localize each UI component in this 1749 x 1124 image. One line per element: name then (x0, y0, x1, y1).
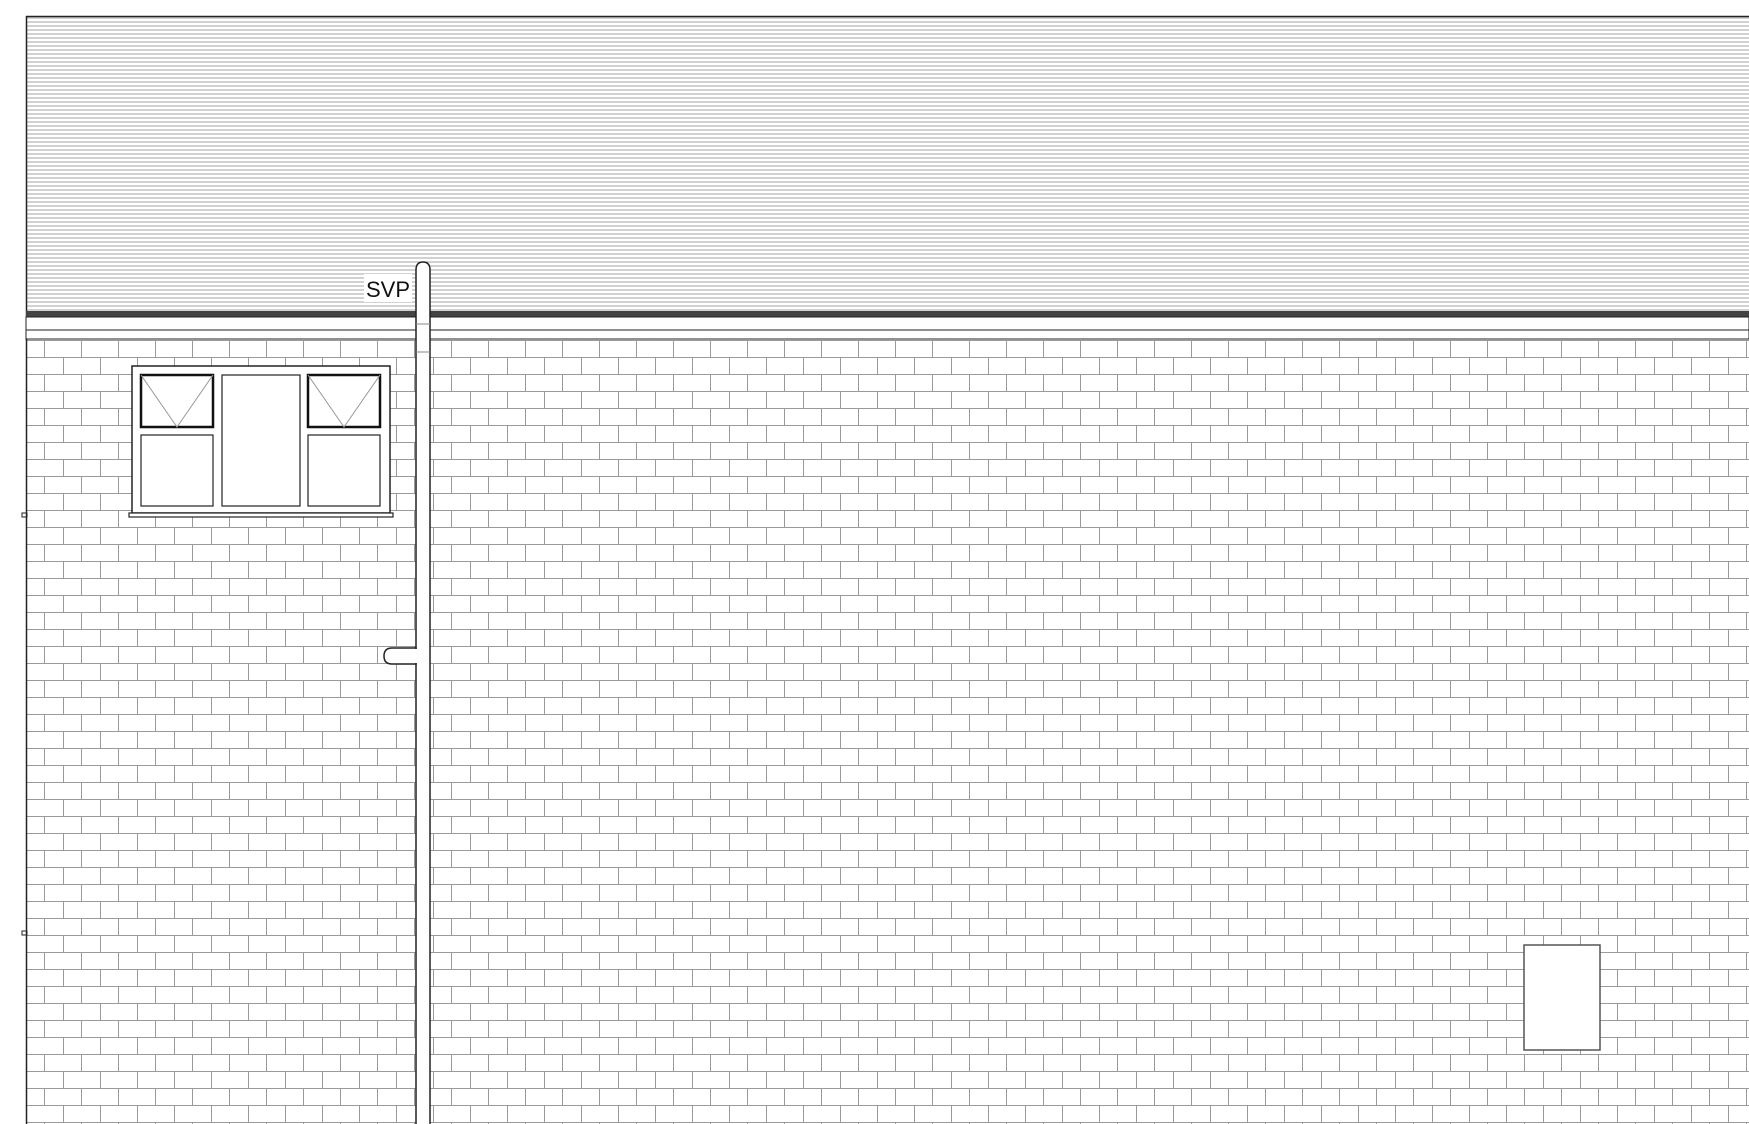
window-pane-centre-fixed (221, 374, 301, 507)
wall-meter-box (1523, 944, 1601, 1051)
building-elevation-drawing: SVP (21, 15, 1749, 1124)
window-pane-bottom-right (307, 434, 381, 507)
eaves-dark-band (26, 311, 1749, 317)
window-pane-bottom-left (140, 434, 214, 507)
svp-branch-connector (383, 647, 417, 665)
svp-label: SVP (366, 277, 410, 302)
window-sill (128, 512, 394, 518)
eaves (25, 311, 1749, 340)
svp-pipe-body (415, 261, 431, 1124)
roof (25, 15, 1749, 340)
window (128, 365, 394, 518)
roof-tiles-hatching (26, 16, 1749, 312)
window-pane-top-left (139, 373, 215, 429)
fascia-board (25, 316, 1749, 331)
soffit-board (25, 329, 1749, 340)
window-pane-top-right (306, 373, 382, 429)
